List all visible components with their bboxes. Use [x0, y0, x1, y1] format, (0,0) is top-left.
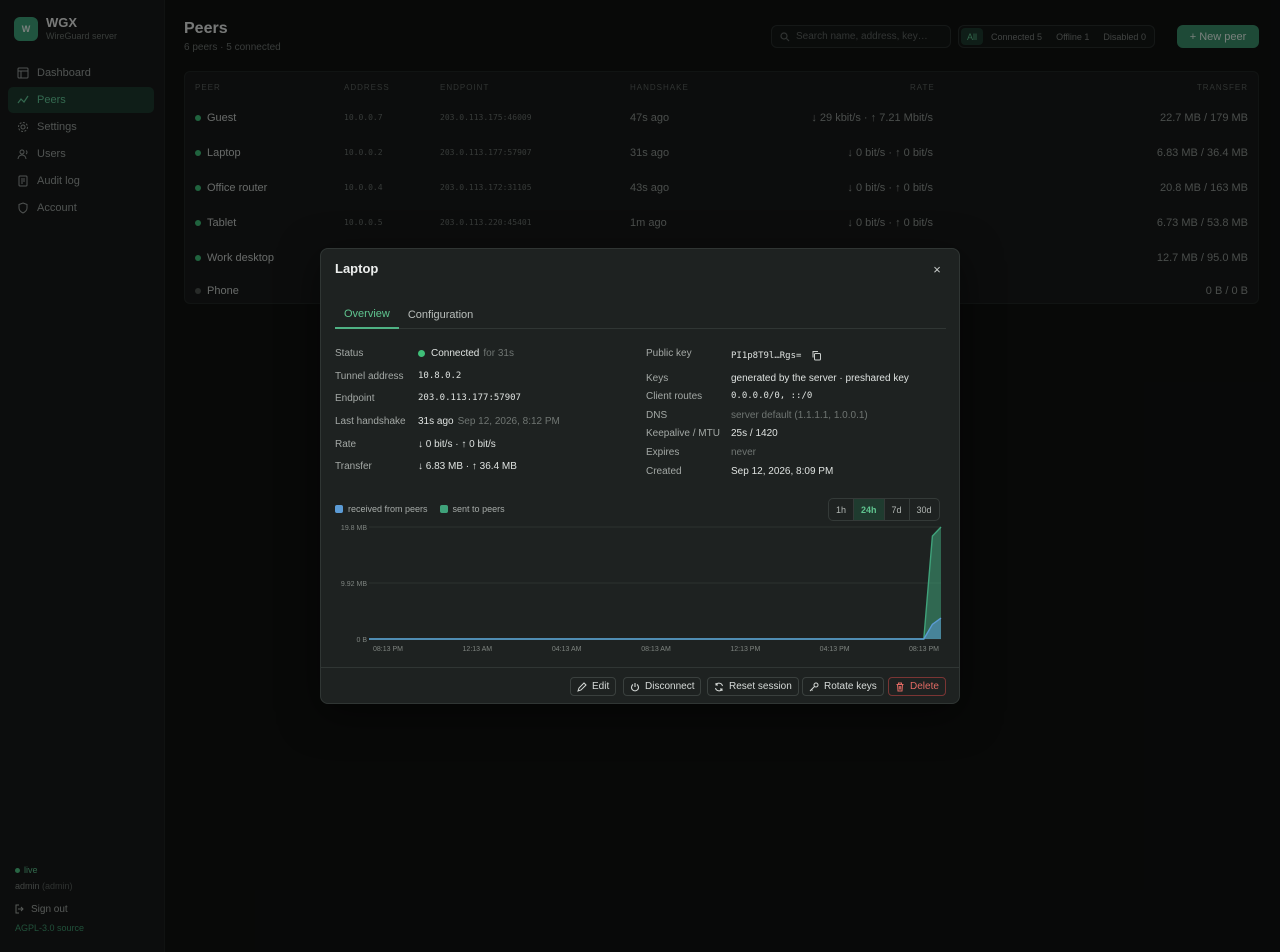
legend-received-label: received from peers [348, 504, 428, 514]
handshake-time: Sep 12, 2026, 8:12 PM [457, 416, 560, 427]
transfer-chart: 19.8 MB 9.92 MB 0 B 08:13 PM 12:13 AM 04:13 A… [341, 525, 942, 653]
connected-dot-icon [418, 350, 425, 357]
status-since: for 31s [483, 348, 514, 359]
range-1h[interactable]: 1h [829, 499, 855, 520]
tunnel-address-label: Tunnel address [335, 371, 404, 382]
series-area-received [369, 618, 941, 639]
y-tick-label: 9.92 MB [341, 581, 367, 588]
peer-detail-dialog: Laptop × Overview Configuration Status C… [320, 248, 960, 704]
x-tick-label: 08:13 PM [909, 646, 939, 653]
keys-value: generated by the server · preshared key [731, 373, 909, 384]
time-range-selector: 1h 24h 7d 30d [828, 498, 940, 521]
range-30d[interactable]: 30d [910, 499, 939, 520]
rate-value: ↓ 0 bit/s · ↑ 0 bit/s [418, 439, 496, 450]
y-tick-label: 0 B [356, 637, 367, 644]
legend-sent-label: sent to peers [452, 504, 505, 514]
endpoint-label: Endpoint [335, 393, 375, 404]
transfer-label: Transfer [335, 461, 372, 472]
pencil-icon [577, 681, 587, 692]
key-icon [809, 682, 819, 691]
dns-value: server default (1.1.1.1, 1.0.0.1) [731, 410, 868, 421]
tab-configuration[interactable]: Configuration [399, 301, 482, 329]
created-label: Created [646, 466, 682, 477]
x-tick-label: 08:13 AM [641, 646, 671, 653]
dialog-tabs: Overview Configuration [335, 301, 946, 329]
range-24h[interactable]: 24h [854, 499, 885, 520]
sent-swatch [439, 505, 448, 513]
chart-legend: received from peers sent to peers [335, 504, 505, 514]
rotate-keys-label: Rotate keys [824, 681, 877, 692]
received-swatch [335, 505, 343, 513]
public-key-value: PI1p8T9l…Rgs= [731, 350, 822, 361]
trash-icon [896, 682, 904, 691]
edit-button[interactable]: Edit [570, 677, 617, 696]
status-label: Status [335, 348, 364, 359]
keepalive-value: 25s / 1420 [731, 428, 778, 439]
dns-label: DNS [646, 410, 668, 421]
x-tick-label: 12:13 AM [463, 646, 493, 653]
last-handshake-label: Last handshake [335, 416, 406, 427]
client-routes-label: Client routes [646, 391, 703, 402]
y-tick-label: 19.8 MB [341, 525, 367, 532]
status-value: Connected for 31s [418, 348, 514, 359]
keys-label: Keys [646, 373, 669, 384]
client-routes-value: 0.0.0.0/0, ::/0 [731, 391, 813, 401]
range-7d[interactable]: 7d [885, 499, 910, 520]
delete-button[interactable]: Delete [888, 677, 946, 696]
delete-label: Delete [910, 681, 939, 692]
handshake-ago: 31s ago [418, 416, 454, 427]
legend-sent: sent to peers [439, 504, 505, 514]
rate-label: Rate [335, 439, 357, 450]
dialog-footer: Edit Disconnect Reset session Rotate key… [321, 667, 959, 704]
status-text: Connected [431, 348, 480, 359]
copy-icon[interactable] [811, 350, 822, 361]
reset-session-label: Reset session [729, 681, 792, 692]
refresh-icon [715, 682, 723, 691]
expires-label: Expires [646, 447, 680, 458]
disconnect-label: Disconnect [645, 681, 695, 692]
public-key-label: Public key [646, 348, 692, 359]
edit-label: Edit [592, 681, 610, 692]
public-key-text: PI1p8T9l…Rgs= [731, 350, 802, 361]
x-tick-label: 12:13 PM [730, 646, 760, 653]
x-tick-label: 08:13 PM [373, 646, 403, 653]
created-value: Sep 12, 2026, 8:09 PM [731, 466, 834, 477]
x-tick-label: 04:13 AM [552, 646, 582, 653]
dialog-title: Laptop [335, 261, 379, 276]
close-icon[interactable]: × [929, 261, 945, 277]
keepalive-label: Keepalive / MTU [646, 428, 720, 439]
last-handshake-value: 31s ago Sep 12, 2026, 8:12 PM [418, 416, 560, 427]
tab-overview[interactable]: Overview [335, 301, 399, 329]
x-tick-label: 04:13 PM [820, 646, 850, 653]
rotate-keys-button[interactable]: Rotate keys [802, 677, 884, 696]
expires-value: never [731, 447, 757, 458]
transfer-value: ↓ 6.83 MB · ↑ 36.4 MB [418, 461, 517, 472]
tunnel-address-value: 10.8.0.2 [418, 371, 462, 381]
legend-received: received from peers [335, 504, 428, 514]
reset-session-button[interactable]: Reset session [707, 677, 799, 696]
disconnect-button[interactable]: Disconnect [623, 677, 702, 696]
endpoint-value: 203.0.113.177:57907 [418, 393, 521, 403]
series-line-received [369, 617, 942, 640]
power-icon [630, 682, 640, 691]
